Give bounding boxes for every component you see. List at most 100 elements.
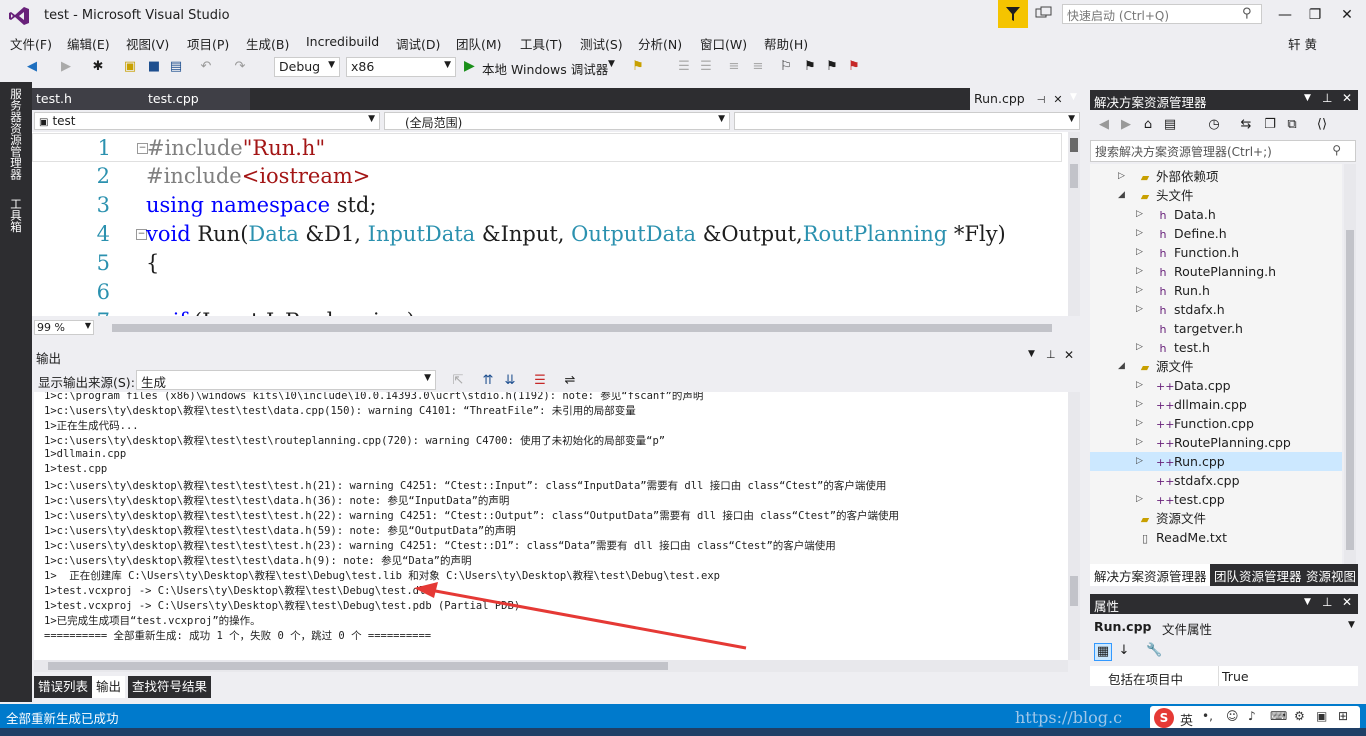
- tree-item-file[interactable]: ▷ h Run.h: [1090, 281, 1342, 300]
- scroll-thumb[interactable]: [48, 662, 668, 670]
- solution-explorer-search-input[interactable]: 搜索解决方案资源管理器(Ctrl+;) ⚲: [1090, 140, 1356, 162]
- properties-object-select[interactable]: Run.cpp 文件属性 ▼: [1090, 616, 1358, 637]
- minimize-button[interactable]: —: [1270, 4, 1300, 26]
- toolbox-tab[interactable]: 工具箱: [8, 198, 24, 233]
- scroll-thumb[interactable]: [1070, 164, 1078, 188]
- tab-find-symbol-results[interactable]: 查找符号结果: [128, 676, 212, 698]
- tools-icon[interactable]: ⚙: [1294, 709, 1305, 723]
- expand-icon[interactable]: ▷: [1136, 243, 1143, 262]
- property-value[interactable]: True: [1222, 669, 1249, 684]
- forward-icon[interactable]: ▶: [58, 59, 74, 75]
- property-pages-icon[interactable]: 🔧: [1146, 643, 1162, 659]
- tree-item-file[interactable]: ▷ h Define.h: [1090, 224, 1342, 243]
- tree-item-header-files[interactable]: ◢ ▰ 头文件: [1090, 186, 1342, 205]
- prev-message-icon[interactable]: ⇈: [480, 373, 496, 389]
- expand-icon[interactable]: ▷: [1118, 167, 1125, 186]
- code-line[interactable]: 3 using namespace std;: [32, 191, 1062, 220]
- pin-icon[interactable]: ⊥: [1046, 348, 1056, 361]
- sogou-logo-icon[interactable]: S: [1154, 708, 1174, 728]
- tab-test-h[interactable]: test.h: [32, 88, 120, 110]
- comment-icon[interactable]: ☰: [676, 59, 692, 75]
- tree-item-file[interactable]: ++stdafx.cpp: [1090, 471, 1342, 490]
- code-line[interactable]: 6: [32, 278, 1062, 307]
- expand-icon[interactable]: ▷: [1136, 262, 1143, 281]
- pin-icon[interactable]: ⊥: [1322, 91, 1332, 105]
- quick-launch-input[interactable]: 快速启动 (Ctrl+Q): [1062, 4, 1262, 24]
- menu-test[interactable]: 测试(S): [580, 34, 623, 53]
- menu-debug[interactable]: 调试(D): [396, 34, 440, 53]
- code-editor[interactable]: 1 − #include"Run.h" 2 #include<iostream>…: [32, 132, 1080, 316]
- tree-item-file[interactable]: ▷ ++dllmain.cpp: [1090, 395, 1342, 414]
- close-icon[interactable]: ✕: [1342, 91, 1352, 105]
- expand-icon[interactable]: ▷: [1136, 338, 1143, 357]
- expand-icon[interactable]: ▷: [1136, 205, 1143, 224]
- search-icon[interactable]: ⚲: [1242, 6, 1252, 21]
- find-message-icon[interactable]: ⇱: [450, 373, 466, 389]
- tree-item-file[interactable]: h targetver.h: [1090, 319, 1342, 338]
- pending-changes-icon[interactable]: ◷: [1206, 117, 1222, 133]
- menu-team[interactable]: 团队(M): [456, 34, 502, 53]
- menu-incredibuild[interactable]: Incredibuild: [306, 34, 379, 49]
- tree-item-file[interactable]: ▯ ReadMe.txt: [1090, 528, 1342, 547]
- clear-all-icon[interactable]: ☰: [532, 373, 548, 389]
- expand-icon[interactable]: ▷: [1136, 300, 1143, 319]
- home-icon[interactable]: ⌂: [1140, 117, 1156, 133]
- collapse-all-icon[interactable]: ❐: [1262, 117, 1278, 133]
- notifications-filter-icon[interactable]: [998, 0, 1028, 28]
- code-line[interactable]: 5 {: [32, 249, 1062, 278]
- tree-item-file[interactable]: ▷ h stdafx.h: [1090, 300, 1342, 319]
- back-icon[interactable]: ◀: [1096, 117, 1112, 133]
- menu-analyze[interactable]: 分析(N): [638, 34, 682, 53]
- tree-item-file[interactable]: ▷ ++Data.cpp: [1090, 376, 1342, 395]
- chevron-down-icon[interactable]: ▼: [608, 59, 615, 69]
- output-vertical-scrollbar[interactable]: [1068, 392, 1080, 660]
- member-dropdown[interactable]: ▼: [734, 112, 1080, 130]
- code-line[interactable]: 7 if (Input.IsReplanning): [32, 307, 1062, 316]
- chevron-down-icon[interactable]: ▼: [1028, 349, 1035, 359]
- expand-icon[interactable]: ▷: [1136, 433, 1143, 452]
- save-all-icon[interactable]: ▤: [168, 59, 184, 75]
- tree-item-external-deps[interactable]: ▷ ▰ 外部依赖项: [1090, 167, 1342, 186]
- solution-explorer-scrollbar[interactable]: [1344, 164, 1356, 564]
- tree-item-source-files[interactable]: ◢ ▰ 源文件: [1090, 357, 1342, 376]
- output-text-area[interactable]: 1>c:\program files (x86)\windows kits\10…: [34, 392, 1068, 660]
- keyboard-icon[interactable]: ⌨: [1270, 709, 1287, 723]
- close-icon[interactable]: ✕: [1064, 348, 1074, 362]
- start-debugging-icon[interactable]: ▶: [464, 58, 475, 74]
- tab-output[interactable]: 输出: [92, 676, 126, 698]
- code-line[interactable]: 2 #include<iostream>: [32, 162, 1062, 191]
- tree-item-file[interactable]: ▷ ++Function.cpp: [1090, 414, 1342, 433]
- expand-icon[interactable]: ▷: [1136, 452, 1143, 471]
- expand-icon[interactable]: ▷: [1136, 490, 1143, 509]
- code-line[interactable]: 1 − #include"Run.h": [32, 133, 1062, 162]
- property-row[interactable]: 包括在项目中 True: [1090, 666, 1358, 687]
- solution-platform-select[interactable]: x86 ▼: [346, 57, 456, 77]
- maximize-button[interactable]: ❐: [1300, 4, 1330, 26]
- expand-icon[interactable]: ▷: [1136, 376, 1143, 395]
- code-view-icon[interactable]: ⟨⟩: [1314, 117, 1330, 133]
- tree-item-file-selected[interactable]: ▷ ++Run.cpp: [1090, 452, 1342, 471]
- menu-file[interactable]: 文件(F): [10, 34, 52, 53]
- prev-bookmark-icon[interactable]: ⚑: [802, 59, 818, 75]
- menu-build[interactable]: 生成(B): [246, 34, 289, 53]
- tree-item-resource-files[interactable]: ▰ 资源文件: [1090, 509, 1342, 528]
- editor-vertical-scrollbar[interactable]: [1068, 132, 1080, 316]
- next-bookmark-icon[interactable]: ⚑: [824, 59, 840, 75]
- microphone-icon[interactable]: ♪: [1248, 709, 1256, 723]
- show-all-files-icon[interactable]: ⧉: [1284, 117, 1300, 133]
- scope-dropdown[interactable]: (全局范围) ▼: [384, 112, 730, 130]
- zoom-select[interactable]: 99 % ▼: [34, 320, 94, 335]
- code-line[interactable]: 4 − void Run(Data &D1, InputData &Input,…: [32, 220, 1062, 249]
- server-explorer-tab[interactable]: 服务器资源管理器: [8, 88, 24, 180]
- indent-icon[interactable]: ≡: [726, 59, 742, 75]
- tree-item-file[interactable]: ▷ h RoutePlanning.h: [1090, 262, 1342, 281]
- split-handle[interactable]: [1070, 138, 1078, 152]
- undo-icon[interactable]: ↶: [198, 59, 214, 75]
- close-icon[interactable]: ✕: [1053, 93, 1062, 106]
- expand-icon[interactable]: ▷: [1136, 281, 1143, 300]
- tab-test-cpp[interactable]: test.cpp: [112, 88, 250, 110]
- categorized-icon[interactable]: ▦: [1094, 643, 1112, 661]
- word-wrap-icon[interactable]: ⇌: [562, 373, 578, 389]
- collapse-icon[interactable]: ◢: [1118, 357, 1125, 376]
- open-file-icon[interactable]: ▣: [122, 59, 138, 75]
